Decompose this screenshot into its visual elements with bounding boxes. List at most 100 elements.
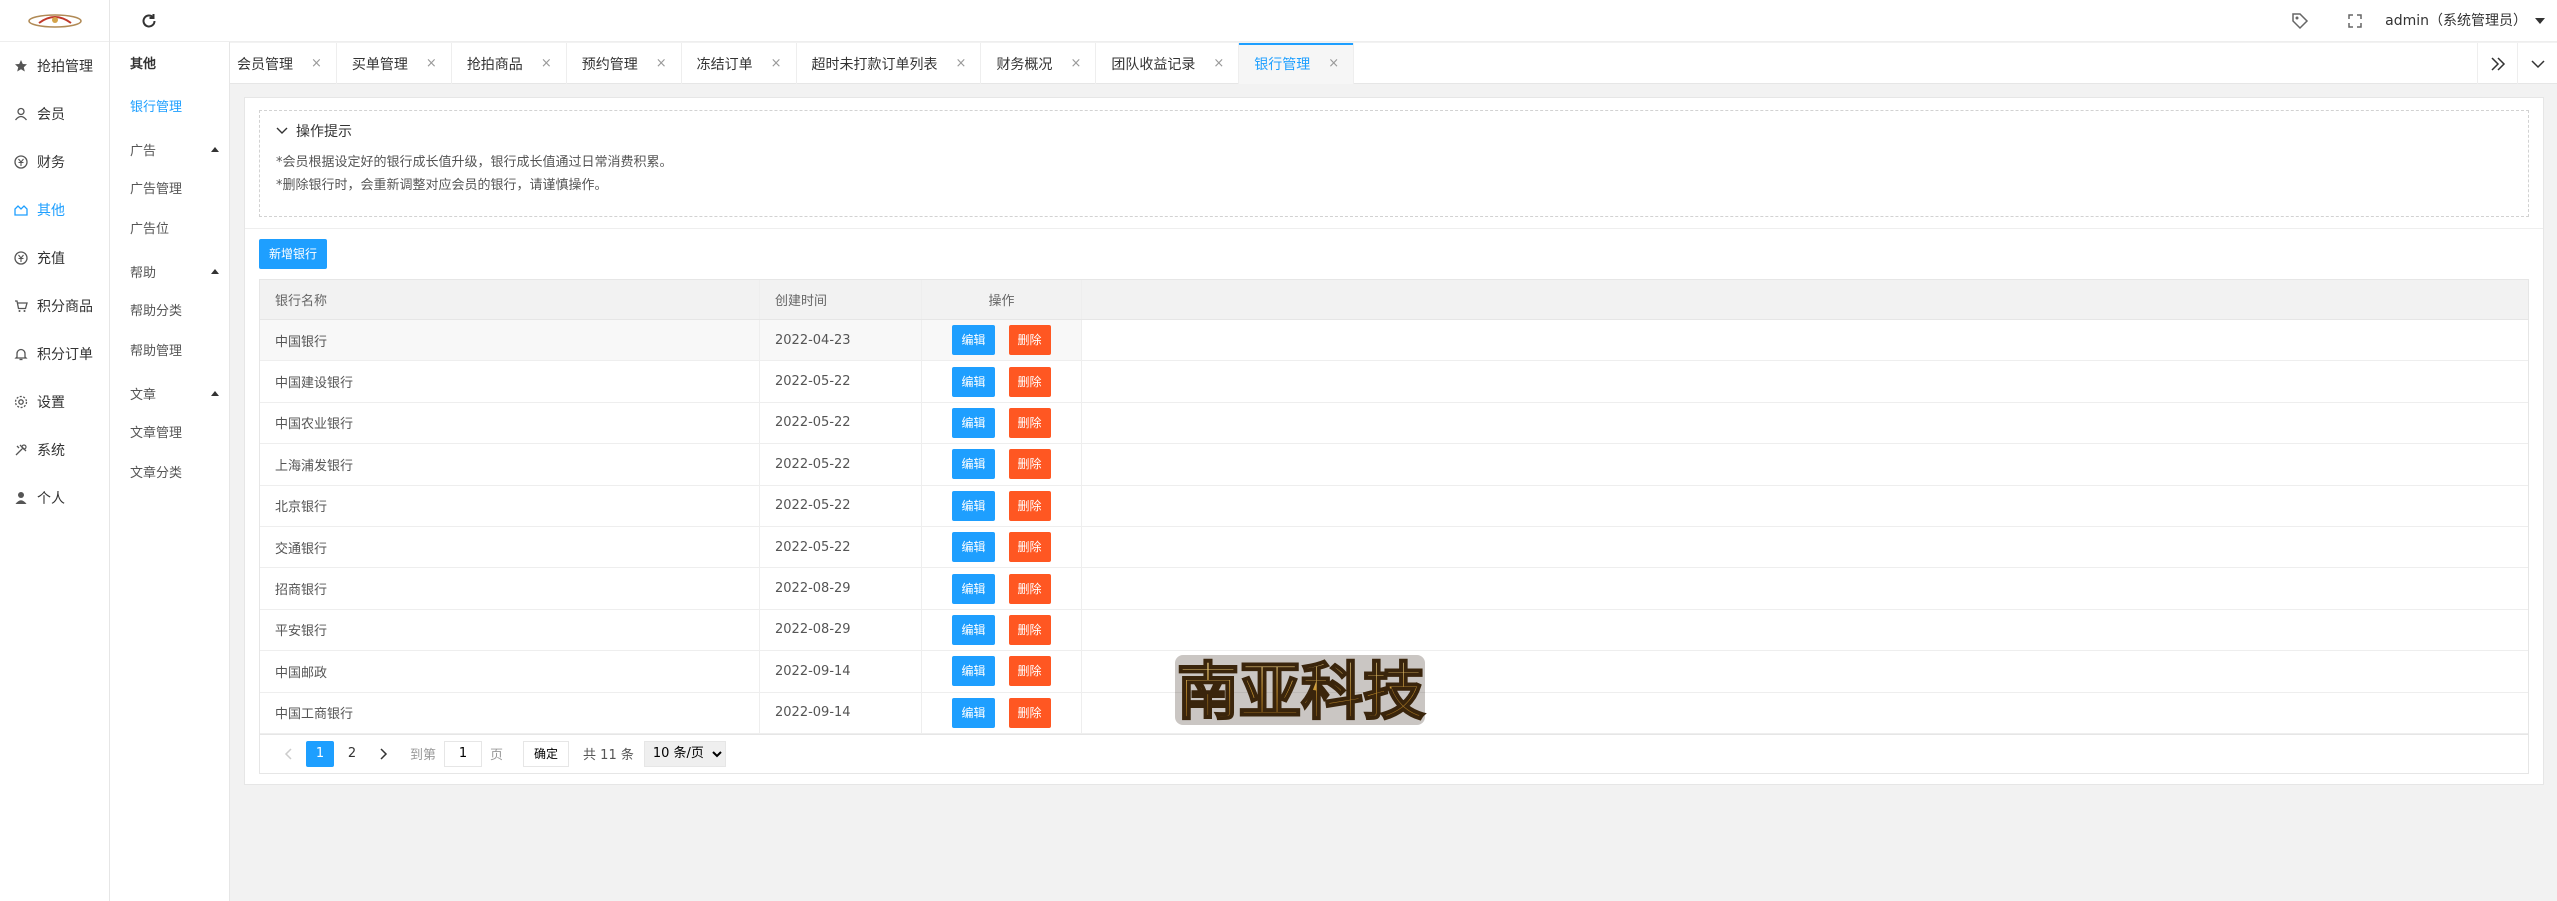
goto-page-input[interactable] bbox=[444, 740, 483, 767]
top-header: admin（系统管理员） bbox=[110, 0, 2557, 42]
tab-label: 会员管理 bbox=[237, 56, 293, 73]
bank-name-cell: 中国邮政 bbox=[260, 651, 760, 692]
subnav-article-manage[interactable]: 文章管理 bbox=[110, 414, 229, 454]
created-time-cell: 2022-08-29 bbox=[760, 568, 922, 609]
chevron-down-icon bbox=[2530, 59, 2545, 68]
edit-button[interactable]: 编辑 bbox=[952, 407, 995, 438]
close-icon[interactable]: × bbox=[541, 56, 552, 71]
sidebar-item-7[interactable]: 设置 bbox=[0, 378, 109, 426]
tab-9[interactable]: 银行管理 × bbox=[1239, 43, 1355, 84]
person-icon bbox=[13, 490, 29, 506]
page-2-button[interactable]: 2 bbox=[338, 741, 366, 767]
tab-label: 预约管理 bbox=[581, 56, 638, 73]
close-icon[interactable]: × bbox=[771, 56, 782, 71]
edit-button[interactable]: 编辑 bbox=[952, 573, 995, 604]
tab-3[interactable]: 抢拍商品 × bbox=[452, 43, 567, 84]
page-size-select[interactable]: 10 条/页 bbox=[643, 740, 726, 767]
delete-button[interactable]: 删除 bbox=[1008, 490, 1051, 521]
edit-button[interactable]: 编辑 bbox=[952, 697, 995, 728]
sub-sidebar-title: 其他 bbox=[130, 57, 157, 72]
delete-button[interactable]: 删除 bbox=[1008, 614, 1051, 645]
user-menu[interactable]: admin（系统管理员） bbox=[2385, 0, 2545, 42]
tab-7[interactable]: 财务概况 × bbox=[981, 43, 1097, 84]
sidebar-item-5[interactable]: 积分商品 bbox=[0, 282, 109, 330]
delete-button[interactable]: 删除 bbox=[1008, 449, 1051, 480]
sidebar-item-1[interactable]: 会员 bbox=[0, 90, 109, 138]
subnav-ad-position[interactable]: 广告位 bbox=[110, 210, 229, 250]
tips-title: 操作提示 bbox=[296, 124, 352, 140]
refresh-icon[interactable] bbox=[140, 12, 158, 30]
sidebar-item-label: 系统 bbox=[37, 443, 65, 459]
delete-button[interactable]: 删除 bbox=[1008, 325, 1051, 356]
actions-cell: 编辑 删除 bbox=[922, 444, 1082, 485]
close-icon[interactable]: × bbox=[956, 56, 967, 71]
edit-button[interactable]: 编辑 bbox=[952, 325, 995, 356]
tab-scroll-right[interactable] bbox=[2477, 43, 2517, 84]
delete-button[interactable]: 删除 bbox=[1008, 573, 1051, 604]
row-filler bbox=[1082, 485, 2528, 526]
delete-button[interactable]: 删除 bbox=[1008, 697, 1051, 728]
user-icon bbox=[13, 106, 29, 122]
sidebar-item-9[interactable]: 个人 bbox=[0, 474, 109, 522]
tab-4[interactable]: 预约管理 × bbox=[567, 43, 682, 84]
delete-button[interactable]: 删除 bbox=[1008, 656, 1051, 687]
edit-button[interactable]: 编辑 bbox=[952, 656, 995, 687]
tab-8[interactable]: 团队收益记录 × bbox=[1096, 43, 1240, 84]
sidebar-item-2[interactable]: 财务 bbox=[0, 138, 109, 186]
goto-confirm-button[interactable]: 确定 bbox=[523, 740, 570, 767]
add-bank-button[interactable]: 新增银行 bbox=[259, 239, 328, 269]
edit-button[interactable]: 编辑 bbox=[952, 614, 995, 645]
sidebar-item-0[interactable]: 抢拍管理 bbox=[0, 42, 109, 90]
subnav-group-help[interactable]: 帮助 bbox=[110, 250, 229, 292]
subnav-group-article-label: 文章 bbox=[130, 387, 157, 403]
prev-page-button[interactable] bbox=[274, 741, 302, 767]
caret-up-icon bbox=[211, 146, 219, 152]
delete-button[interactable]: 删除 bbox=[1008, 366, 1051, 397]
sidebar-item-6[interactable]: 积分订单 bbox=[0, 330, 109, 378]
tab-menu-dropdown[interactable] bbox=[2517, 43, 2557, 84]
logo[interactable] bbox=[0, 0, 109, 42]
subnav-group-ad-label: 广告 bbox=[130, 143, 157, 159]
edit-button[interactable]: 编辑 bbox=[952, 449, 995, 480]
close-icon[interactable]: × bbox=[1070, 56, 1081, 71]
goto-label: 到第 bbox=[410, 748, 437, 763]
table-row: 交通银行 2022-05-22 编辑 删除 bbox=[260, 526, 2528, 569]
sidebar-item-4[interactable]: 充值 bbox=[0, 234, 109, 282]
created-time-cell: 2022-05-22 bbox=[760, 485, 922, 526]
caret-up-icon bbox=[211, 268, 219, 274]
close-icon[interactable]: × bbox=[1328, 56, 1339, 71]
delete-button[interactable]: 删除 bbox=[1008, 407, 1051, 438]
bank-name-cell: 招商银行 bbox=[260, 568, 760, 609]
tab-6[interactable]: 超时未打款订单列表 × bbox=[797, 43, 982, 84]
close-icon[interactable]: × bbox=[1213, 56, 1224, 71]
created-time-cell: 2022-04-23 bbox=[760, 320, 922, 361]
tab-2[interactable]: 买单管理 × bbox=[337, 43, 452, 84]
edit-button[interactable]: 编辑 bbox=[952, 490, 995, 521]
next-page-button[interactable] bbox=[370, 741, 398, 767]
subnav-bank[interactable]: 银行管理 bbox=[110, 88, 229, 128]
close-icon[interactable]: × bbox=[311, 56, 322, 71]
close-icon[interactable]: × bbox=[426, 56, 437, 71]
sidebar-item-3[interactable]: 其他 bbox=[0, 186, 109, 234]
subnav-group-ad[interactable]: 广告 bbox=[110, 128, 229, 170]
cart-icon bbox=[13, 298, 29, 314]
sidebar-item-8[interactable]: 系统 bbox=[0, 426, 109, 474]
tab-5[interactable]: 冻结订单 × bbox=[682, 43, 797, 84]
edit-button[interactable]: 编辑 bbox=[952, 532, 995, 563]
fullscreen-icon[interactable] bbox=[2346, 12, 2364, 30]
header-bank-name[interactable]: 银行名称 bbox=[260, 280, 760, 319]
subnav-help-category[interactable]: 帮助分类 bbox=[110, 292, 229, 332]
tag-icon[interactable] bbox=[2291, 12, 2309, 30]
close-icon[interactable]: × bbox=[656, 56, 667, 71]
subnav-group-article[interactable]: 文章 bbox=[110, 372, 229, 414]
edit-button[interactable]: 编辑 bbox=[952, 366, 995, 397]
tips-toggle[interactable]: 操作提示 bbox=[260, 111, 2528, 151]
page-1-button[interactable]: 1 bbox=[306, 740, 334, 767]
delete-button[interactable]: 删除 bbox=[1008, 532, 1051, 563]
header-created-time[interactable]: 创建时间 bbox=[760, 280, 922, 319]
logo-icon bbox=[27, 13, 82, 28]
tab-1[interactable]: 会员管理 × bbox=[222, 43, 337, 84]
subnav-article-category[interactable]: 文章分类 bbox=[110, 454, 229, 494]
subnav-ad-manage[interactable]: 广告管理 bbox=[110, 170, 229, 210]
subnav-help-manage[interactable]: 帮助管理 bbox=[110, 332, 229, 372]
